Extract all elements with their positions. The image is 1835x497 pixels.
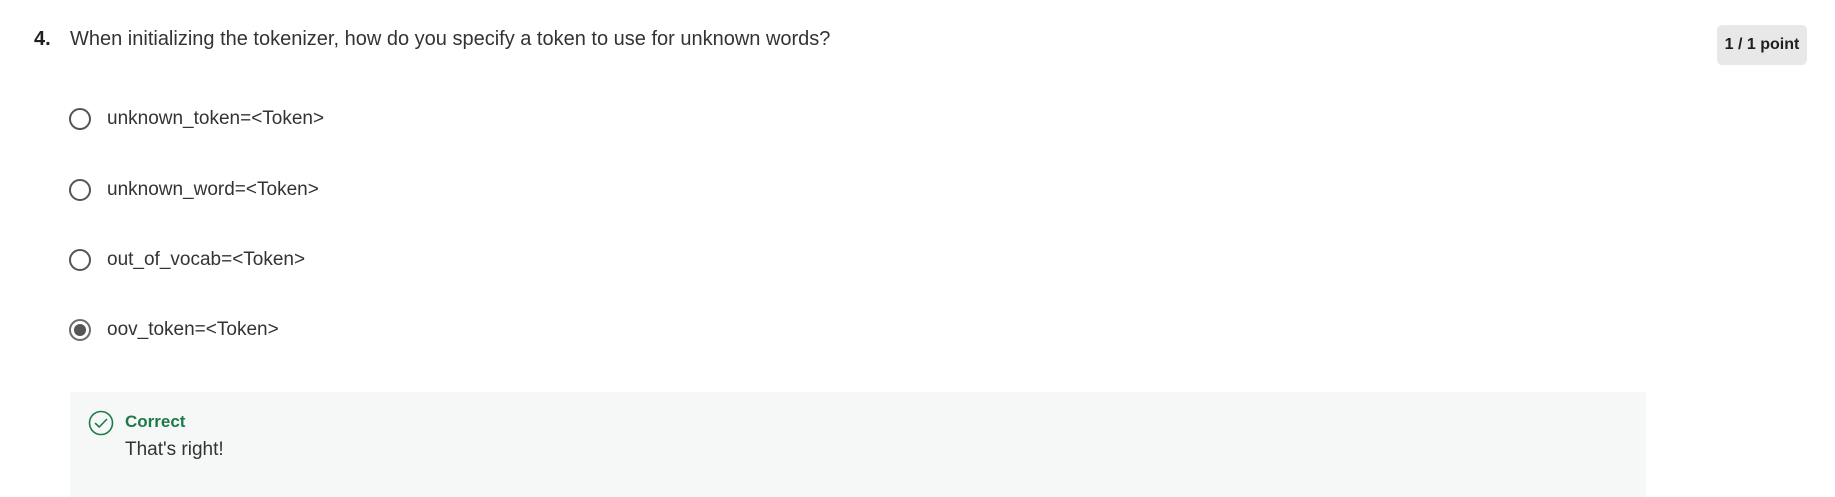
- option-unknown-word[interactable]: unknown_word=<Token>: [69, 179, 319, 201]
- radio-dot: [74, 324, 86, 336]
- option-label: unknown_word=<Token>: [107, 179, 319, 200]
- option-unknown-token[interactable]: unknown_token=<Token>: [69, 108, 324, 130]
- question-number: 4.: [34, 28, 51, 50]
- check-circle-icon: [88, 410, 114, 436]
- radio-button[interactable]: [69, 249, 91, 271]
- feedback-title: Correct: [125, 412, 186, 431]
- radio-button[interactable]: [69, 179, 91, 201]
- radio-button-selected[interactable]: [69, 319, 91, 341]
- feedback-message: That's right!: [125, 439, 224, 460]
- radio-button[interactable]: [69, 108, 91, 130]
- option-oov-token[interactable]: oov_token=<Token>: [69, 319, 279, 341]
- option-label: oov_token=<Token>: [107, 319, 279, 340]
- option-label: out_of_vocab=<Token>: [107, 249, 306, 270]
- option-out-of-vocab[interactable]: out_of_vocab=<Token>: [69, 249, 305, 271]
- feedback-panel: Correct That's right!: [70, 392, 1646, 497]
- question-text: When initializing the tokenizer, how do …: [70, 28, 831, 50]
- option-label: unknown_token=<Token>: [107, 108, 325, 129]
- score-badge: 1 / 1 point: [1717, 25, 1807, 65]
